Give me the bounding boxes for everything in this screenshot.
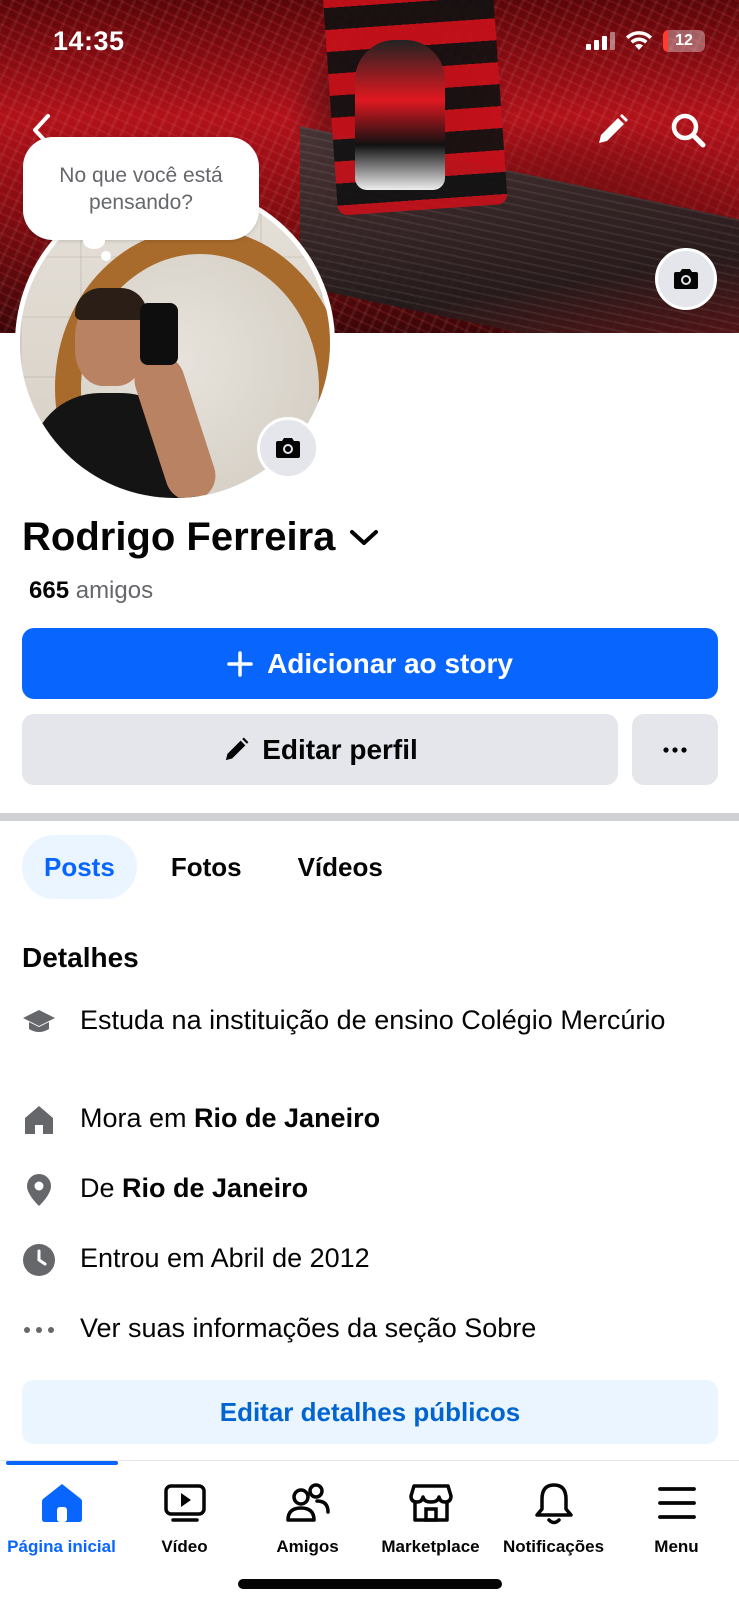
status-time: 14:35 — [53, 26, 125, 56]
chevron-down-icon — [350, 529, 379, 545]
profile-tabs: Posts Fotos Vídeos — [22, 835, 405, 899]
nav-friends-label: Amigos — [276, 1537, 339, 1556]
friends-number: 665 — [29, 577, 70, 604]
home-icon — [22, 1103, 56, 1137]
edit-profile-button[interactable]: Editar perfil — [22, 714, 618, 785]
nav-notifications[interactable]: Notificações — [492, 1479, 615, 1557]
battery-level: 12 — [675, 32, 693, 49]
wifi-icon — [626, 31, 652, 50]
location-pin-icon — [22, 1173, 56, 1207]
detail-education-text: Estuda na instituição de ensino Colégio … — [80, 1005, 666, 1035]
nav-video-label: Vídeo — [161, 1537, 208, 1556]
nav-active-indicator — [6, 1461, 118, 1465]
camera-icon — [276, 438, 300, 458]
menu-icon — [657, 1479, 697, 1527]
detail-see-about[interactable]: Ver suas informações da seção Sobre — [22, 1311, 722, 1347]
nav-friends[interactable]: Amigos — [246, 1479, 369, 1557]
marketplace-icon — [408, 1479, 453, 1527]
home-indicator — [238, 1579, 502, 1589]
search-icon — [671, 113, 706, 148]
cover-camera-button[interactable] — [655, 248, 717, 310]
more-options-button[interactable] — [632, 714, 718, 785]
pencil-icon — [599, 114, 628, 143]
detail-hometown-city: Rio de Janeiro — [122, 1173, 309, 1203]
profile-camera-button[interactable] — [257, 417, 319, 479]
add-story-button[interactable]: Adicionar ao story — [22, 628, 718, 699]
detail-lives-in[interactable]: Mora em Rio de Janeiro — [22, 1101, 722, 1137]
friends-icon — [285, 1479, 331, 1527]
video-icon — [163, 1479, 207, 1527]
battery-icon: 12 — [663, 30, 705, 52]
nav-home[interactable]: Página inicial — [0, 1479, 123, 1557]
profile-name: Rodrigo Ferreira — [22, 515, 336, 559]
detail-see-about-text: Ver suas informações da seção Sobre — [80, 1313, 537, 1343]
signal-icon — [586, 32, 615, 50]
home-icon — [40, 1479, 84, 1527]
add-story-label: Adicionar ao story — [267, 647, 513, 679]
plus-icon — [227, 650, 253, 677]
edit-profile-label: Editar perfil — [262, 733, 418, 765]
search-button[interactable] — [666, 108, 710, 152]
details-title: Detalhes — [22, 942, 139, 973]
nav-notifications-label: Notificações — [502, 1537, 605, 1556]
detail-lives-in-text: Mora em Rio de Janeiro — [80, 1101, 380, 1136]
composer-bubble[interactable]: No que você está pensando? — [23, 137, 259, 240]
edit-cover-button[interactable] — [590, 108, 634, 152]
detail-joined[interactable]: Entrou em Abril de 2012 — [22, 1241, 722, 1277]
detail-education[interactable]: Estuda na instituição de ensino Colégio … — [22, 1003, 722, 1039]
tab-photos[interactable]: Fotos — [149, 835, 264, 899]
tab-posts[interactable]: Posts — [22, 835, 137, 899]
status-bar: 14:35 12 — [0, 0, 739, 90]
nav-marketplace-label: Marketplace — [381, 1537, 480, 1556]
pencil-icon — [226, 737, 249, 760]
nav-home-label: Página inicial — [7, 1537, 116, 1556]
detail-hometown[interactable]: De Rio de Janeiro — [22, 1171, 722, 1207]
clock-icon — [22, 1243, 56, 1277]
nav-menu-label: Menu — [654, 1537, 699, 1556]
detail-hometown-prefix: De — [80, 1173, 123, 1203]
nav-video[interactable]: Vídeo — [123, 1479, 246, 1557]
status-icons: 12 — [586, 30, 705, 52]
detail-lives-in-city: Rio de Janeiro — [194, 1103, 381, 1133]
profile-name-row[interactable]: Rodrigo Ferreira — [22, 515, 379, 560]
friends-label: amigos — [75, 577, 154, 604]
more-dots-icon — [22, 1313, 56, 1347]
friends-count[interactable]: 665 amigos — [29, 577, 153, 605]
tab-videos[interactable]: Vídeos — [276, 835, 405, 899]
more-dots-icon — [663, 746, 687, 753]
bubble-tail-small — [101, 251, 111, 261]
detail-hometown-text: De Rio de Janeiro — [80, 1171, 308, 1206]
edit-public-details-button[interactable]: Editar detalhes públicos — [22, 1380, 718, 1444]
bubble-tail — [83, 233, 105, 249]
nav-marketplace[interactable]: Marketplace — [369, 1479, 492, 1557]
section-divider — [0, 813, 739, 821]
graduation-cap-icon — [22, 1005, 56, 1039]
camera-icon — [674, 269, 698, 289]
detail-lives-in-prefix: Mora em — [80, 1103, 195, 1133]
nav-menu[interactable]: Menu — [615, 1479, 738, 1557]
detail-joined-text: Entrou em Abril de 2012 — [80, 1243, 370, 1273]
bell-icon — [534, 1479, 574, 1527]
